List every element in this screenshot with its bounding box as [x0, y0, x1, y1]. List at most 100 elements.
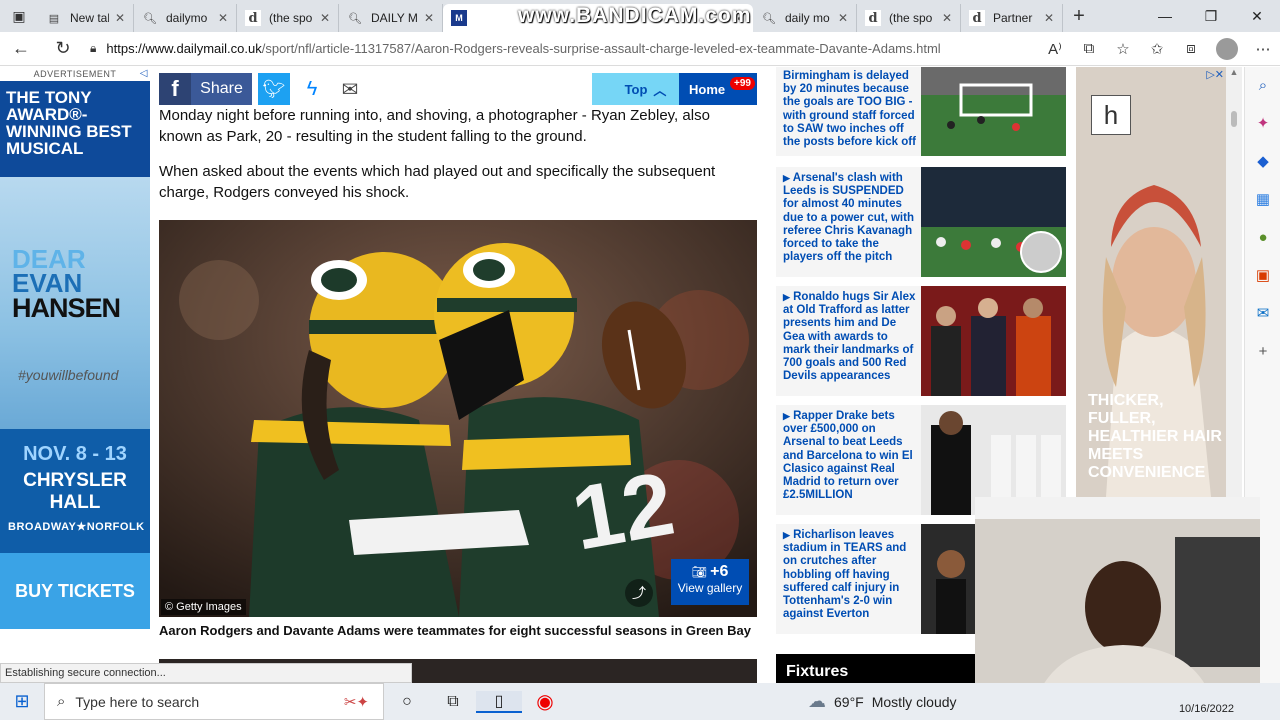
file-app-icon[interactable]: ▯ [476, 690, 522, 713]
app-available-icon[interactable]: ⧉ [1072, 40, 1106, 57]
email-share-button[interactable]: ✉ [334, 73, 366, 105]
tab-actions-icon[interactable]: ▣ [0, 0, 38, 32]
document-icon: d [245, 10, 261, 26]
close-tab-icon[interactable]: ✕ [838, 11, 848, 25]
story-link[interactable]: ▶ Rapper Drake bets over £500,000 on Ars… [783, 410, 917, 502]
bandicam-record-icon[interactable]: ◉ [522, 689, 568, 714]
close-tab-icon[interactable]: ✕ [218, 11, 228, 25]
facebook-icon: f [159, 73, 191, 105]
story-card[interactable]: Birmingham is delayed by 20 minutes beca… [776, 67, 1066, 156]
home-label: Home [689, 81, 726, 97]
url-field[interactable]: 🔒︎ https://www.dailymail.co.uk/sport/nfl… [84, 36, 1038, 62]
webcam-overlay [975, 497, 1260, 702]
status-bar: Establishing secure connection... [0, 663, 412, 683]
search-icon[interactable]: ⌕ [1245, 67, 1280, 105]
cloud-icon: ☁ [808, 691, 826, 711]
facebook-share-button[interactable]: f Share [159, 73, 252, 105]
windows-start-icon[interactable]: ⊞ [0, 691, 44, 712]
article-photo[interactable]: 12 © Getty Images ⤴ 📷︎ +6 View gallery [159, 220, 757, 617]
add-sidebar-icon[interactable]: + [1245, 333, 1280, 371]
close-tab-icon[interactable]: ✕ [942, 11, 952, 25]
ad-dates-block: NOV. 8 - 13 CHRYSLER HALL BROADWAY★NORFO… [0, 429, 150, 539]
more-menu-icon[interactable]: ⋯ [1246, 40, 1280, 58]
profile-avatar[interactable] [1216, 37, 1238, 60]
browser-tab[interactable]: d (the spo ✕ [237, 4, 339, 32]
messenger-share-button[interactable]: ϟ [296, 73, 328, 105]
collections-icon[interactable]: ⧈ [1174, 40, 1208, 57]
story-headline: Ronaldo hugs Sir Alex at Old Trafford as… [783, 291, 916, 383]
search-icon: 🔍︎ [348, 12, 362, 25]
browser-tab[interactable]: d Partner ✕ [961, 4, 1063, 32]
document-icon: d [969, 10, 985, 26]
restore-icon[interactable]: ❐ [1188, 8, 1234, 25]
search-icon: 🔍︎ [762, 12, 776, 25]
view-gallery-button[interactable]: 📷︎ +6 View gallery [671, 559, 749, 605]
temperature: 69°F [834, 693, 864, 710]
tools-icon[interactable]: ▦ [1245, 181, 1280, 219]
document-icon: d [865, 10, 881, 26]
ad-close-icon[interactable]: ▷✕ [1206, 68, 1224, 81]
browser-tab[interactable]: 🔍︎ dailymo ✕ [134, 4, 237, 32]
story-link[interactable]: ▶ Ronaldo hugs Sir Alex at Old Trafford … [783, 291, 917, 383]
brand-logo: h [1091, 95, 1131, 135]
reload-icon[interactable]: ↻ [42, 38, 84, 59]
buy-tickets-button[interactable]: BUY TICKETS [0, 553, 150, 629]
browser-tab[interactable]: 🔍︎ daily mo ✕ [753, 4, 857, 32]
shopping-icon[interactable]: ◆ [1245, 143, 1280, 181]
back-arrow-icon[interactable]: ← [0, 38, 42, 59]
task-view-icon[interactable]: ⧉ [430, 693, 476, 711]
close-tab-icon[interactable]: ✕ [424, 11, 434, 25]
story-link[interactable]: ▶ Arsenal's clash with Leeds is SUSPENDE… [783, 172, 917, 264]
add-favorite-icon[interactable]: ☆ [1106, 40, 1140, 58]
url-path: /sport/nfl/article-11317587/Aaron-Rodger… [261, 41, 941, 56]
top-label: Top [624, 81, 648, 97]
left-advertisement[interactable]: ADVERTISEMENT ◁ THE TONY AWARD®- WINNING… [0, 67, 150, 629]
browser-tab[interactable]: d (the spo ✕ [857, 4, 961, 32]
lock-icon[interactable]: 🔒︎ [90, 41, 96, 56]
ad-copy: THICKER, FULLER, HEALTHIER HAIR MEETS CO… [1088, 392, 1222, 481]
story-link[interactable]: Birmingham is delayed by 20 minutes beca… [783, 70, 917, 149]
story-card[interactable]: ▶ Arsenal's clash with Leeds is SUSPENDE… [776, 167, 1066, 277]
outlook-icon[interactable]: ✉ [1245, 295, 1280, 333]
right-advertisement[interactable]: ▷✕ h THICKER, FULLER, HEALTHIER HAIR MEE… [1076, 67, 1226, 497]
read-aloud-icon[interactable]: A⁾ [1038, 40, 1072, 58]
tab-title: daily mo [785, 11, 830, 25]
messenger-icon: ϟ [306, 77, 318, 100]
email-icon: ✉ [341, 78, 359, 101]
adchoices-icon[interactable]: ◁ [140, 67, 148, 81]
close-tab-icon[interactable]: ✕ [115, 11, 125, 25]
new-tab-button[interactable]: + [1063, 5, 1095, 28]
tab-title: Partner [993, 11, 1033, 25]
ad-presenter: BROADWAY★NORFOLK [8, 521, 145, 533]
browser-tab[interactable]: ▤ New tab ✕ [38, 4, 134, 32]
close-tab-icon[interactable]: ✕ [320, 11, 330, 25]
browser-tab[interactable]: 🔍︎ DAILY M ✕ [339, 4, 443, 32]
taskbar-search[interactable]: ⌕ Type here to search ✂✦ [44, 683, 384, 720]
share-icon[interactable]: ⤴ [625, 579, 653, 607]
games-icon[interactable]: ● [1245, 219, 1280, 257]
tab-title: DAILY M [371, 11, 418, 25]
ad-show-line2: EVAN [12, 268, 83, 298]
photo-caption: Aaron Rodgers and Davante Adams were tea… [159, 623, 751, 638]
article-body: Monday night before running into, and sh… [159, 67, 757, 689]
home-button[interactable]: Home +99 [679, 73, 757, 105]
favorites-icon[interactable]: ✩ [1140, 40, 1174, 58]
scroll-up-icon[interactable]: ▲ [1226, 67, 1242, 77]
story-link[interactable]: ▶ Richarlison leaves stadium in TEARS an… [783, 529, 917, 621]
share-label: Share [200, 80, 243, 97]
office-icon[interactable]: ▣ [1245, 257, 1280, 295]
ad-venue: CHRYSLER HALL [23, 470, 127, 513]
close-window-icon[interactable]: ✕ [1234, 8, 1280, 25]
close-tab-icon[interactable]: ✕ [1044, 11, 1054, 25]
story-card[interactable]: ▶ Ronaldo hugs Sir Alex at Old Trafford … [776, 286, 1066, 396]
search-icon: ⌕ [57, 693, 66, 710]
twitter-share-button[interactable]: 🐦︎ [258, 73, 290, 105]
play-triangle-icon: ▶ [783, 173, 790, 183]
cortana-icon[interactable]: ○ [384, 693, 430, 711]
weather-widget[interactable]: ☁ 69°F Mostly cloudy [808, 683, 957, 720]
discover-icon[interactable]: ✦ [1245, 105, 1280, 143]
scrollbar-thumb[interactable] [1231, 111, 1237, 127]
twitter-icon: 🐦︎ [262, 78, 286, 99]
tab-title: dailymo [166, 11, 208, 25]
minimize-icon[interactable]: — [1142, 8, 1188, 25]
